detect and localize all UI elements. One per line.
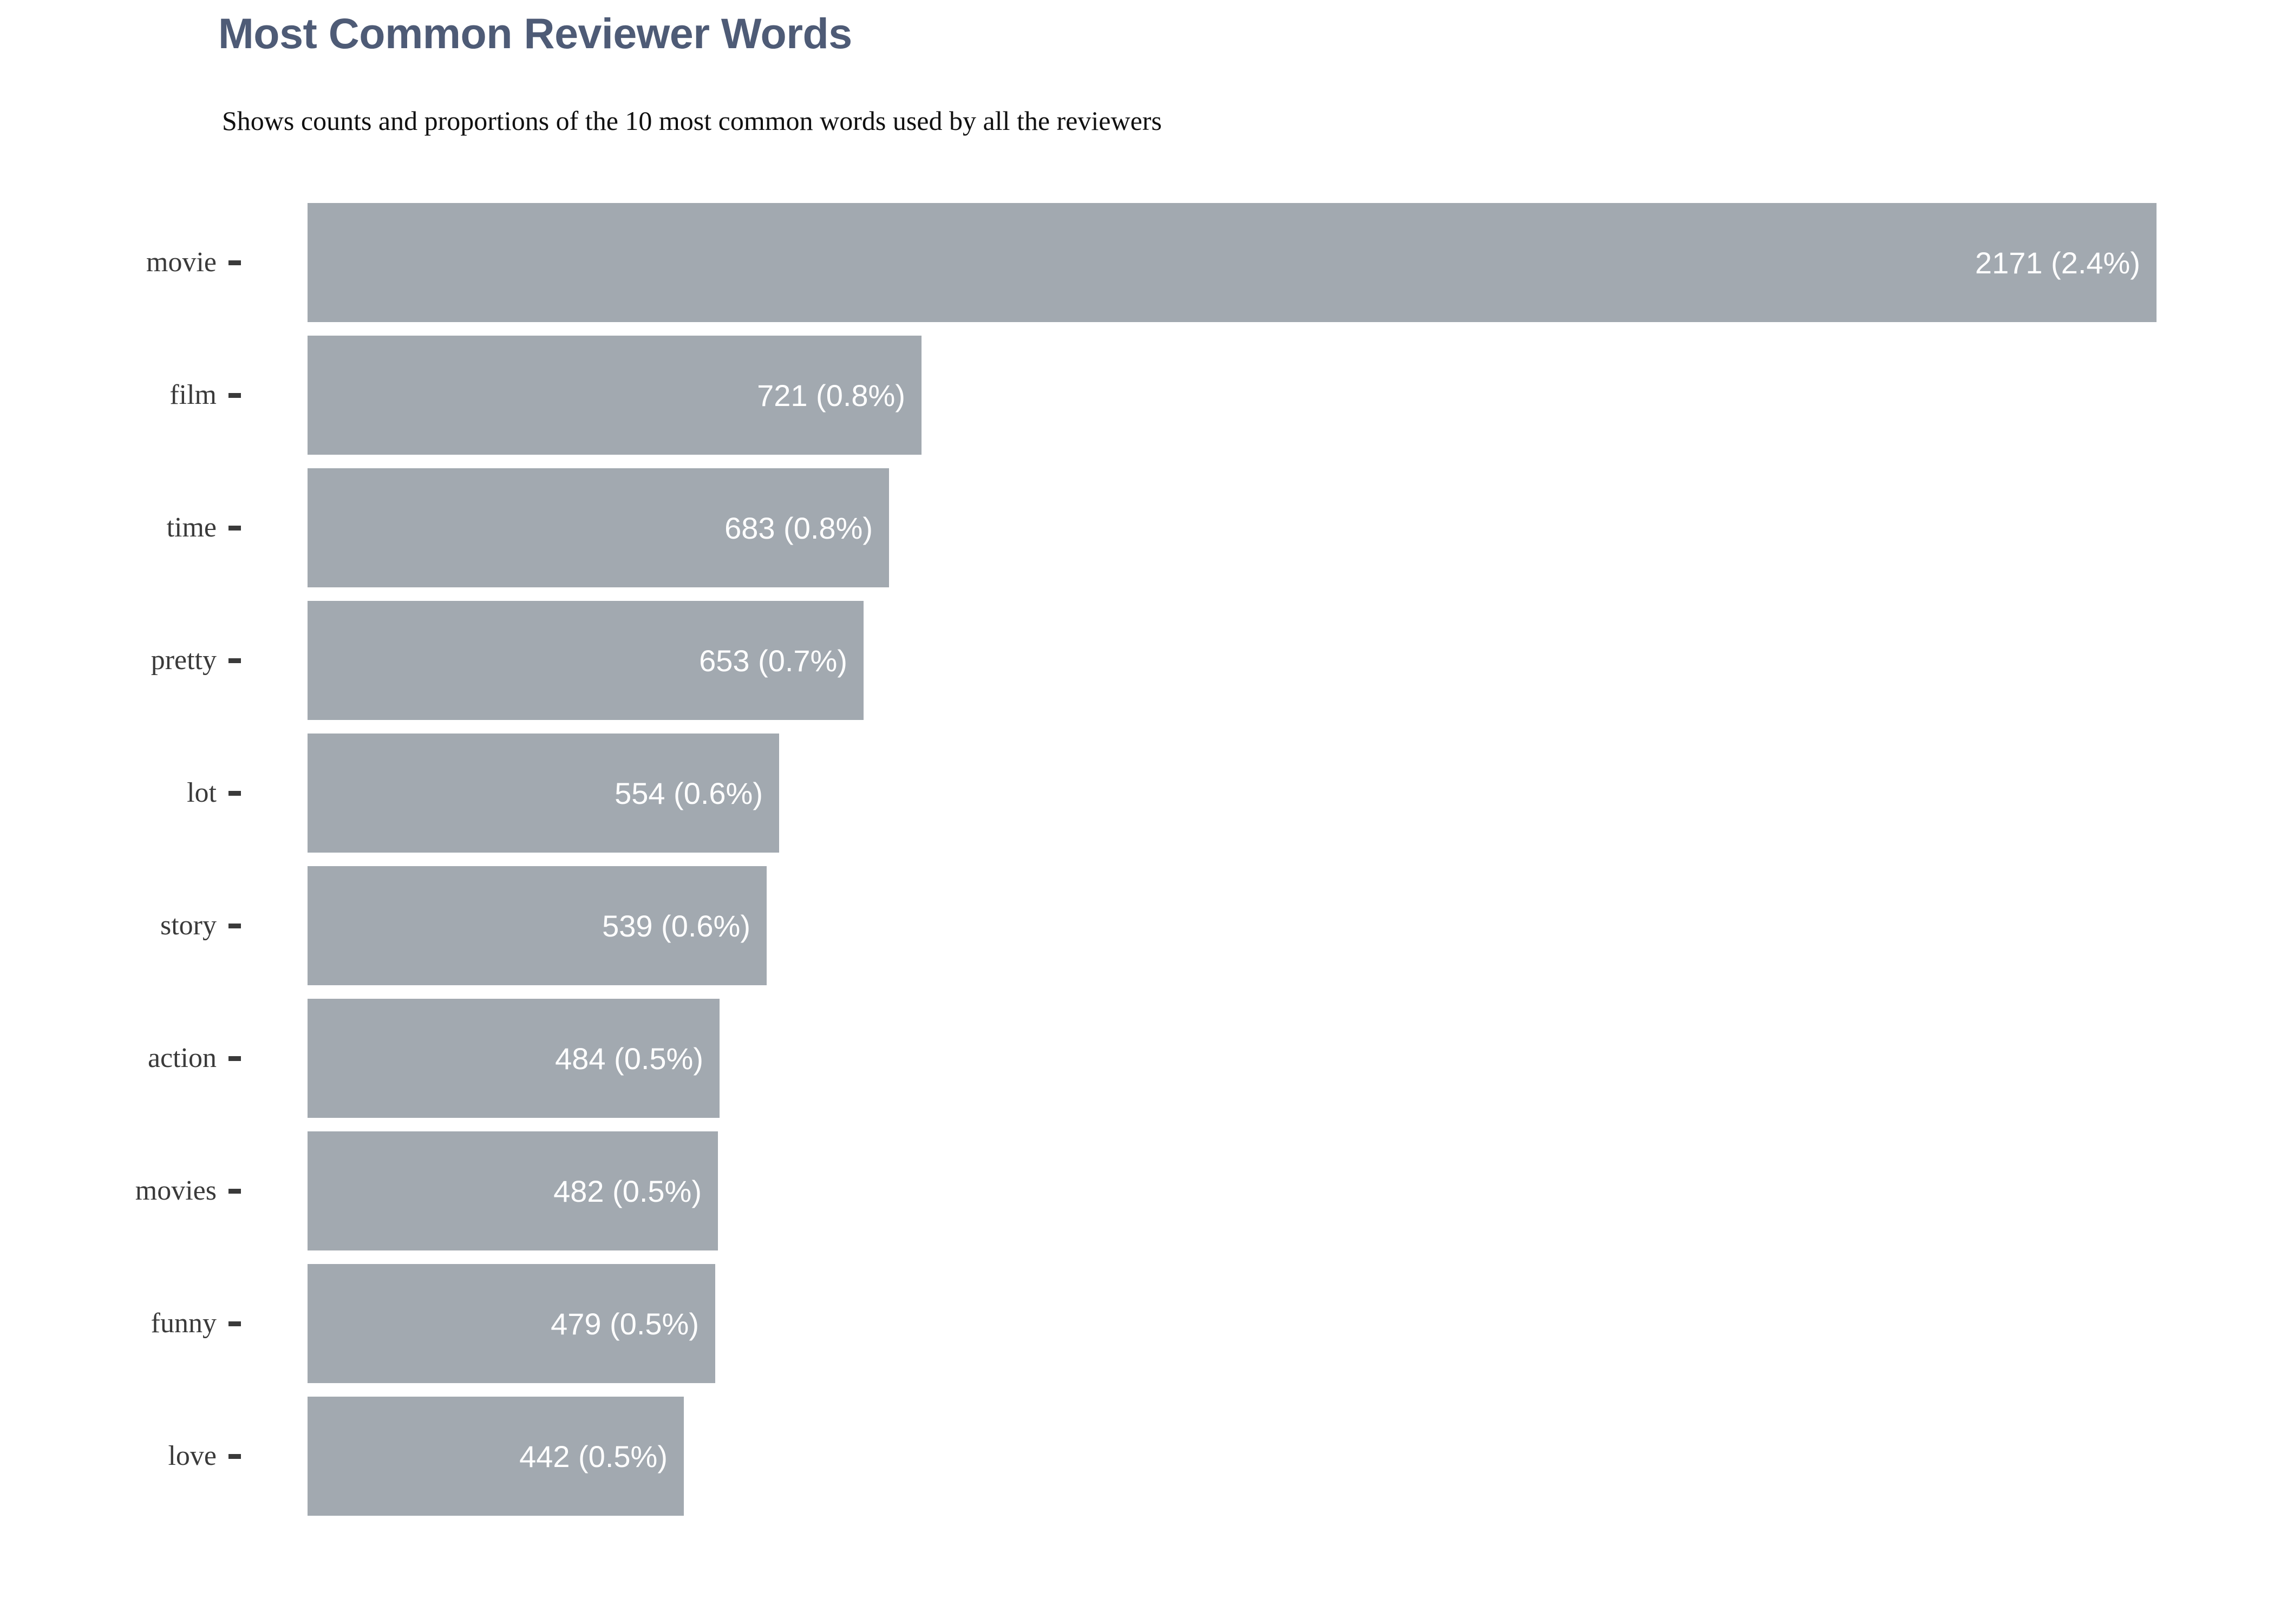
y-axis-label-movie: movie	[146, 247, 217, 278]
y-axis-label-action: action	[147, 1043, 217, 1073]
bar-row: story 539 (0.6%)	[0, 866, 2274, 985]
y-axis-tick-icon	[228, 1189, 241, 1194]
y-axis-tick-icon	[228, 924, 241, 928]
bar-row: pretty 653 (0.7%)	[0, 601, 2274, 720]
y-axis-label-lot: lot	[187, 777, 217, 808]
y-axis-label-time: time	[166, 512, 217, 543]
y-axis-tick-icon	[228, 1321, 241, 1326]
bar-row: funny 479 (0.5%)	[0, 1264, 2274, 1383]
bar-value-label-story: 539 (0.6%)	[602, 908, 750, 943]
bar-row: action 484 (0.5%)	[0, 999, 2274, 1118]
y-axis-label-funny: funny	[151, 1308, 217, 1339]
bar-value-label-lot: 554 (0.6%)	[615, 776, 763, 810]
y-axis-tick-icon	[228, 393, 241, 398]
y-axis-tick-icon	[228, 658, 241, 663]
bar-value-label-time: 683 (0.8%)	[724, 510, 873, 545]
bar-value-label-movie: 2171 (2.4%)	[1975, 245, 2140, 280]
bar-value-label-funny: 479 (0.5%)	[551, 1306, 699, 1341]
bar-row: time 683 (0.8%)	[0, 468, 2274, 587]
bar-row: movie 2171 (2.4%)	[0, 203, 2274, 322]
bar-row: film 721 (0.8%)	[0, 336, 2274, 455]
plot-area: movie 2171 (2.4%) film 721 (0.8%) time 683 (0…	[0, 0, 2274, 1624]
y-axis-label-story: story	[160, 910, 217, 941]
y-axis-tick-icon	[228, 260, 241, 265]
y-axis-tick-icon	[228, 1454, 241, 1459]
y-axis-tick-icon	[228, 791, 241, 796]
bar-value-label-action: 484 (0.5%)	[555, 1041, 703, 1076]
bar-row: love 442 (0.5%)	[0, 1397, 2274, 1516]
bar-value-label-film: 721 (0.8%)	[757, 378, 905, 412]
bar-value-label-love: 442 (0.5%)	[519, 1439, 668, 1474]
chart-canvas: Most Common Reviewer Words Shows counts …	[0, 0, 2274, 1624]
y-axis-label-love: love	[168, 1440, 217, 1471]
y-axis-label-movies: movies	[135, 1175, 217, 1206]
y-axis-tick-icon	[228, 526, 241, 531]
y-axis-label-film: film	[169, 379, 217, 410]
y-axis-tick-icon	[228, 1056, 241, 1061]
y-axis-label-pretty: pretty	[151, 645, 217, 676]
bar-row: lot 554 (0.6%)	[0, 734, 2274, 853]
bar-value-label-pretty: 653 (0.7%)	[699, 643, 847, 678]
bar-row: movies 482 (0.5%)	[0, 1131, 2274, 1250]
bar-value-label-movies: 482 (0.5%)	[553, 1174, 702, 1208]
